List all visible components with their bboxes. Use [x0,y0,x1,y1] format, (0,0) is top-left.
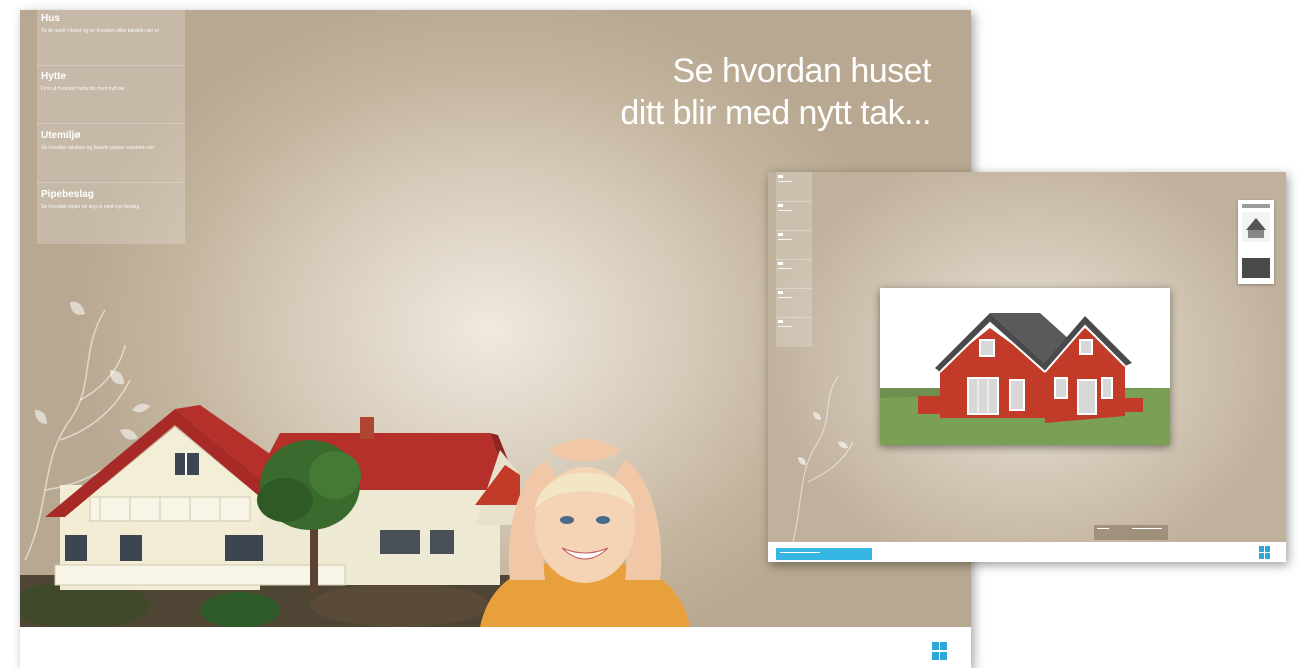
main-footer [20,627,971,668]
menu-item-subtitle: Se hvordan takstein og fasade passer sam… [41,145,154,151]
mini-menu [776,172,812,347]
woman-photo [480,438,690,627]
headline: Se hvordan huset ditt blir med nytt tak.… [620,50,931,134]
house-photo [20,405,520,627]
mini-menu-item[interactable] [776,259,812,289]
blue-action-bar[interactable] [776,548,872,560]
menu-item-subtitle: Se hvordan pipen tar seg ut med nye besl… [41,204,140,210]
headline-line-1: Se hvordan huset [672,52,931,90]
headline-line-2: ditt blir med nytt tak... [620,94,931,132]
menu-item-pipebeslag[interactable]: Pipebeslag Se hvordan pipen tar seg ut m… [37,186,185,242]
tile-logo-icon[interactable] [1259,546,1271,559]
secondary-screen [768,172,1286,562]
vine-decoration-icon [792,376,854,542]
red-house-render [880,288,1170,445]
mini-menu-item[interactable] [776,230,812,260]
menu-item-title: Hus [41,13,60,24]
mini-menu-item[interactable] [776,317,812,346]
mini-menu-item[interactable] [776,201,812,231]
info-box [1094,525,1168,540]
menu-item-title: Pipebeslag [41,189,94,200]
mini-menu-item[interactable] [776,288,812,318]
house-thumbnail [1242,204,1270,278]
thumbnail-panel[interactable] [1238,200,1274,284]
menu-item-subtitle: Finn ut hvordan hytta blir med nytt tak [41,86,125,92]
menu-item-hus[interactable]: Hus Ta litt rundt i huset og se hvordan … [37,10,185,66]
menu-item-title: Hytte [41,71,67,82]
mini-menu-item[interactable] [776,172,812,202]
menu-item-hytte[interactable]: Hytte Finn ut hvordan hytta blir med nyt… [37,68,185,124]
menu-item-utemiljo[interactable]: Utemiljø Se hvordan takstein og fasade p… [37,127,185,183]
menu-item-subtitle: Ta litt rundt i huset og se hvordan ulik… [41,28,159,34]
menu-item-title: Utemiljø [41,130,81,141]
main-menu: Hus Ta litt rundt i huset og se hvordan … [37,10,185,244]
house-3d-viewer[interactable] [880,288,1170,445]
tile-logo-icon[interactable] [932,642,948,660]
